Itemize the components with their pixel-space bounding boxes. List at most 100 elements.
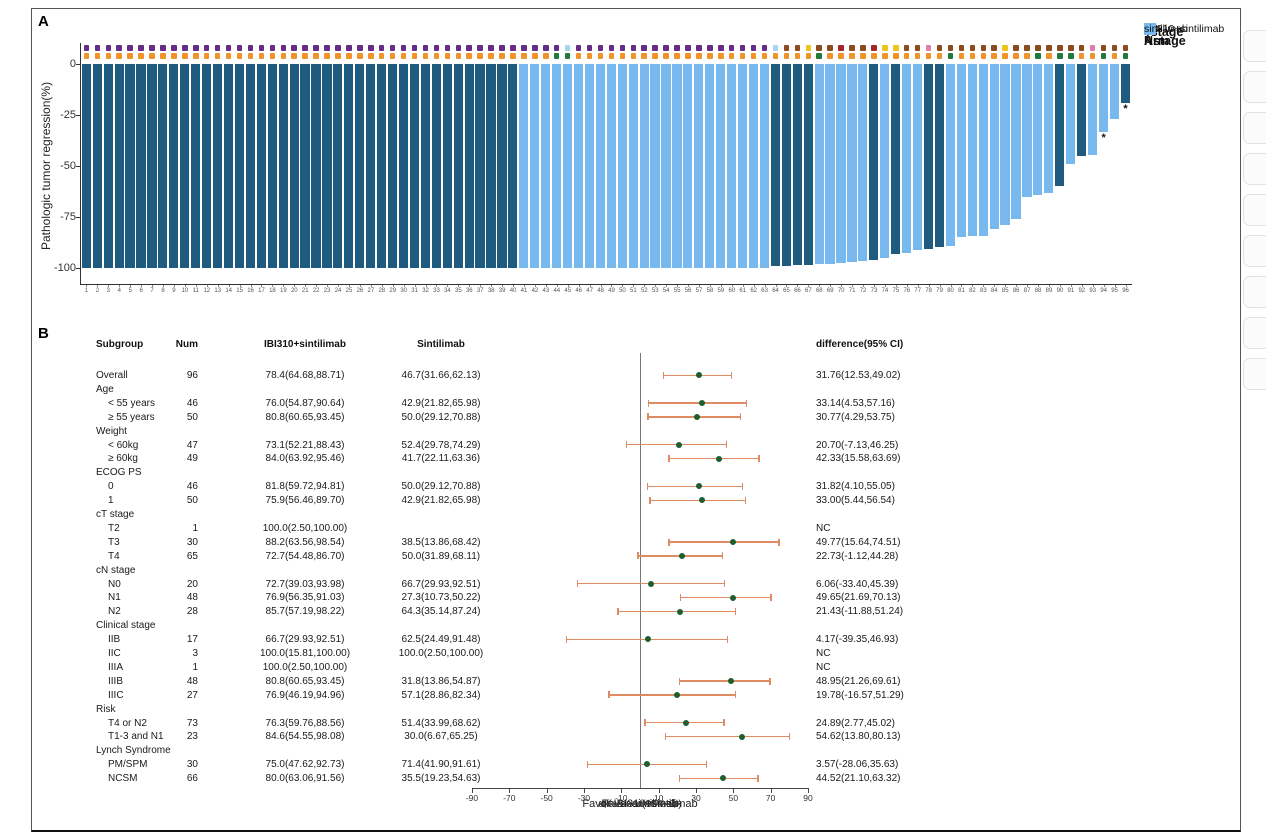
y-tick-label: 0 — [46, 58, 76, 70]
tstage-marker — [149, 45, 155, 51]
tstage-marker — [226, 45, 232, 51]
tstage-marker — [620, 45, 626, 51]
forest-point — [644, 761, 650, 767]
tstage-marker — [193, 45, 199, 51]
waterfall-bar — [115, 64, 124, 268]
tstage-marker — [849, 45, 855, 51]
arm2-cell: 50.0(29.12,70.88) — [366, 412, 516, 423]
nstage-marker — [685, 53, 691, 59]
nstage-marker — [138, 53, 144, 59]
ci-cap-right — [789, 733, 790, 740]
ci-line — [680, 680, 770, 681]
tstage-marker — [773, 45, 779, 51]
side-toolbar-button[interactable] — [1243, 276, 1266, 308]
tstage-marker — [882, 45, 888, 51]
difference-cell: 44.52(21.10,63.32) — [816, 773, 901, 784]
nstage-marker — [991, 53, 997, 59]
nstage-marker — [456, 53, 462, 59]
tstage-marker — [127, 45, 133, 51]
ci-cap-left — [566, 636, 567, 643]
ci-cap-right — [735, 691, 736, 698]
tstage-marker — [346, 45, 352, 51]
waterfall-bar — [661, 64, 670, 268]
side-toolbar-button[interactable] — [1243, 30, 1266, 62]
forest-tick-label: -90 — [458, 794, 486, 803]
waterfall-bar — [486, 64, 495, 268]
tstage-marker — [609, 45, 615, 51]
waterfall-bar — [913, 64, 922, 250]
num-cell: 30 — [150, 537, 198, 548]
num-cell: 23 — [150, 731, 198, 742]
forest-tick-label: 30 — [682, 794, 710, 803]
side-toolbar-button[interactable] — [1243, 358, 1266, 390]
subgroup-label: ≥ 60kg — [108, 453, 138, 464]
tstage-marker — [1123, 45, 1129, 51]
tstage-marker — [204, 45, 210, 51]
ci-cap-left — [647, 413, 648, 420]
ci-cap-left — [637, 552, 638, 559]
nstage-marker — [751, 53, 757, 59]
tstage-marker — [423, 45, 429, 51]
ci-cap-right — [745, 497, 746, 504]
waterfall-bar — [410, 64, 419, 268]
nstage-marker — [324, 53, 330, 59]
num-cell: 50 — [150, 495, 198, 506]
forest-tick-label: -50 — [533, 794, 561, 803]
waterfall-bar — [125, 64, 134, 268]
waterfall-bar — [147, 64, 156, 268]
waterfall-bar — [388, 64, 397, 268]
waterfall-bar — [869, 64, 878, 260]
tstage-marker — [1090, 45, 1096, 51]
side-toolbar-button[interactable] — [1243, 317, 1266, 349]
side-toolbar-button[interactable] — [1243, 235, 1266, 267]
nstage-marker — [543, 53, 549, 59]
tstage-marker — [379, 45, 385, 51]
waterfall-bar — [519, 64, 528, 268]
side-toolbar-button[interactable] — [1243, 153, 1266, 185]
arm1-cell: 76.3(59.76,88.56) — [230, 718, 380, 729]
difference-cell: 31.82(4.10,55.05) — [816, 481, 895, 492]
waterfall-bar — [607, 64, 616, 268]
nstage-marker — [1123, 53, 1129, 59]
tstage-marker — [138, 45, 144, 51]
waterfall-bar — [169, 64, 178, 268]
waterfall-bar — [246, 64, 255, 268]
ci-cap-left — [663, 372, 664, 379]
nstage-marker — [849, 53, 855, 59]
waterfall-bar — [990, 64, 999, 229]
subgroup-label: T4 — [108, 551, 120, 562]
arm2-cell: 30.0(6.67,65.25) — [366, 731, 516, 742]
difference-cell: 19.78(-16.57,51.29) — [816, 690, 904, 701]
nstage-marker — [1002, 53, 1008, 59]
nstage-marker — [116, 53, 122, 59]
tstage-marker — [871, 45, 877, 51]
subgroup-label: N0 — [108, 579, 121, 590]
ci-cap-left — [587, 761, 588, 768]
difference-cell: 21.43(-11.88,51.24) — [816, 606, 903, 617]
ci-cap-right — [722, 552, 723, 559]
difference-cell: NC — [816, 523, 830, 534]
ci-line — [648, 486, 743, 487]
ci-cap-left — [608, 691, 609, 698]
tstage-marker — [270, 45, 276, 51]
arm1-cell: 80.0(63.06,91.56) — [230, 773, 380, 784]
subgroup-label: IIC — [108, 648, 121, 659]
ci-cap-right — [735, 608, 736, 615]
arm1-cell: 72.7(39.03,93.98) — [230, 579, 380, 590]
significance-asterisk: * — [1122, 104, 1130, 114]
tstage-marker — [313, 45, 319, 51]
ci-cap-right — [770, 594, 771, 601]
nstage-marker — [652, 53, 658, 59]
tstage-marker — [729, 45, 735, 51]
num-cell: 46 — [150, 481, 198, 492]
waterfall-bar — [815, 64, 824, 264]
arm2-cell: 51.4(33.99,68.62) — [366, 718, 516, 729]
tstage-marker — [674, 45, 680, 51]
waterfall-bar — [1088, 64, 1097, 155]
side-toolbar-button[interactable] — [1243, 194, 1266, 226]
side-toolbar-button[interactable] — [1243, 71, 1266, 103]
tstage-marker — [456, 45, 462, 51]
nstage-marker — [488, 53, 494, 59]
side-toolbar-button[interactable] — [1243, 112, 1266, 144]
nstage-marker — [237, 53, 243, 59]
